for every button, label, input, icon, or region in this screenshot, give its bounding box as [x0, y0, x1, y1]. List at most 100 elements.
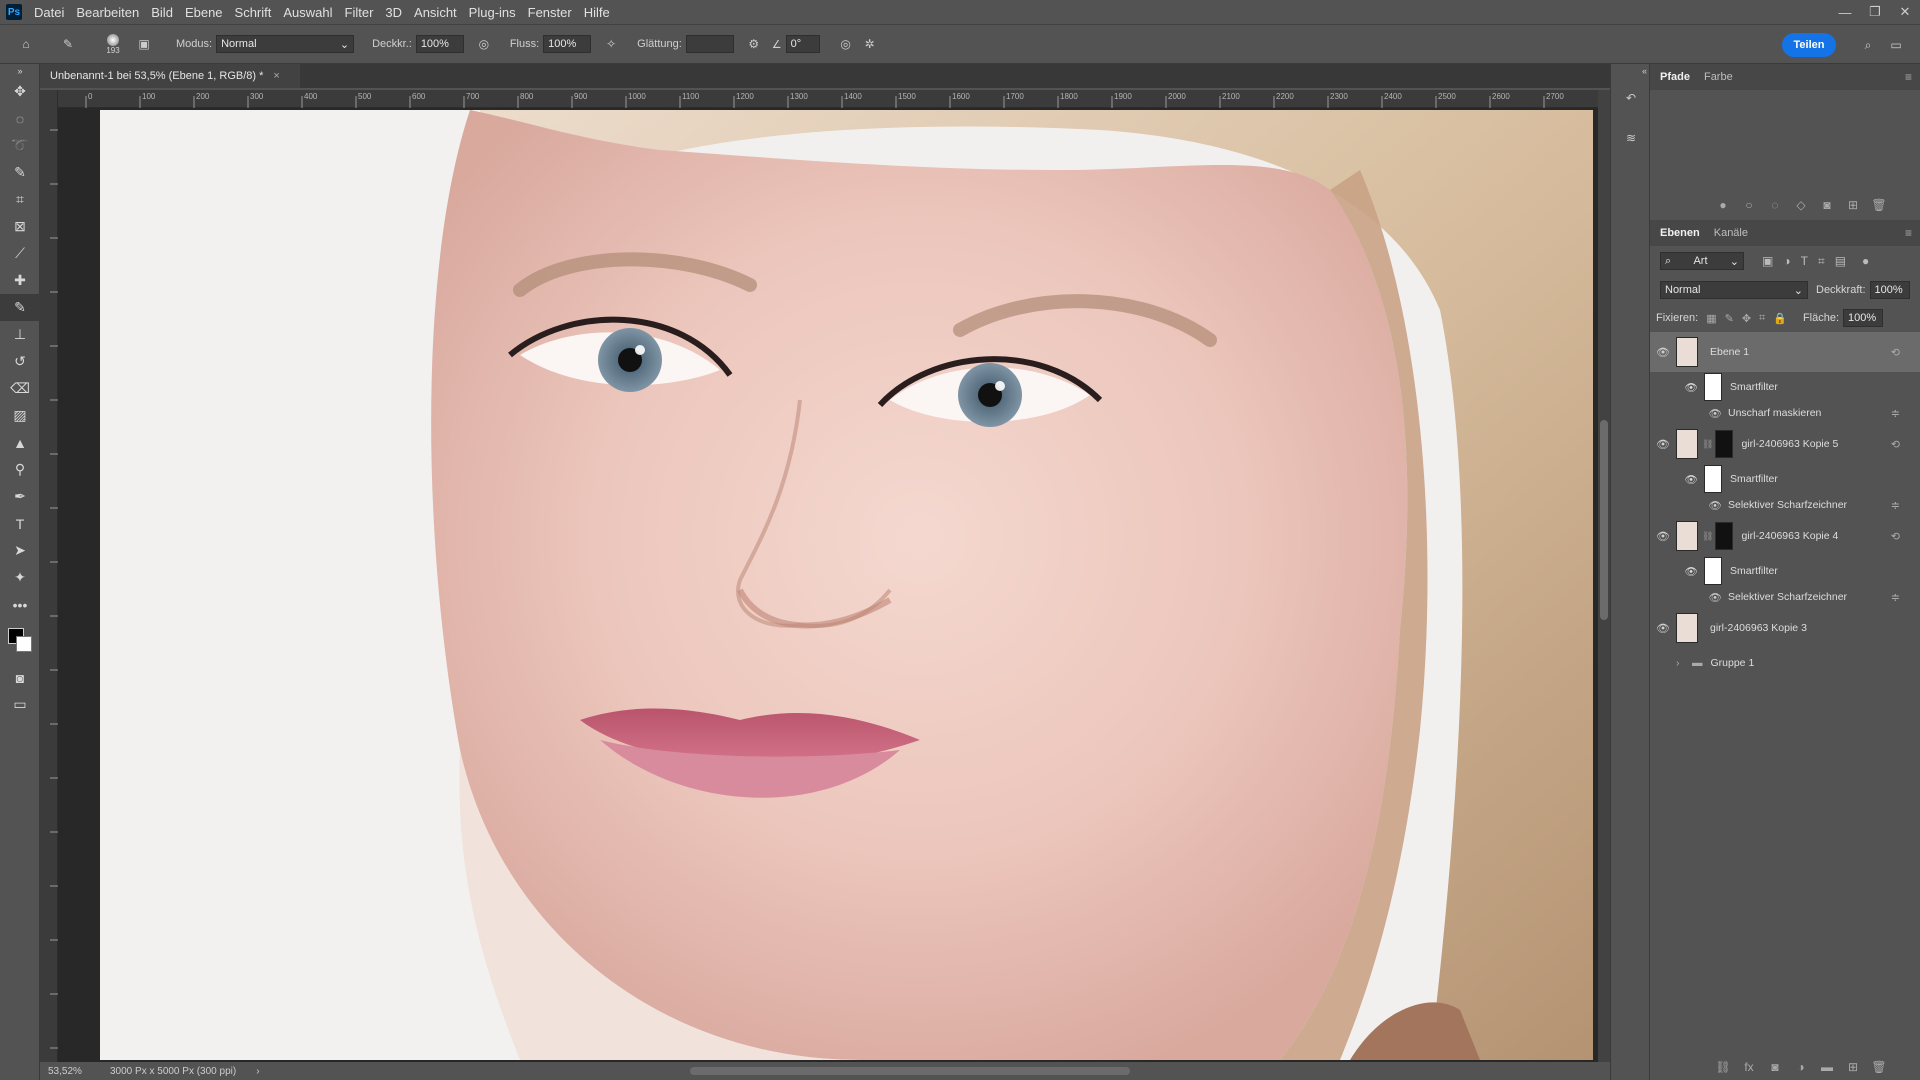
new-layer-icon[interactable]: ⊞ [1840, 1060, 1866, 1074]
pressure-size-icon[interactable]: ◎ [834, 32, 858, 56]
eye-icon[interactable]: 👁 [1650, 473, 1698, 486]
filter-options-icon[interactable]: ≑ [1891, 499, 1900, 512]
chevron-right-icon[interactable]: › [1676, 657, 1692, 669]
status-expand-icon[interactable]: › [256, 1066, 259, 1077]
healing-brush-tool-icon[interactable]: ✚ [0, 267, 40, 294]
frame-tool-icon[interactable]: ⊠ [0, 213, 40, 240]
more-tools-icon[interactable]: ••• [0, 591, 40, 618]
menu-plugins[interactable]: Plug-ins [463, 5, 522, 20]
brush-tool-icon[interactable]: ✎ [0, 294, 40, 321]
clone-stamp-tool-icon[interactable]: ⊥ [0, 321, 40, 348]
layer-opacity-input[interactable]: 100% [1869, 281, 1910, 299]
menu-auswahl[interactable]: Auswahl [277, 5, 338, 20]
filter-row-selective[interactable]: 👁 Selektiver Scharfzeichner ≑ [1650, 586, 1920, 608]
eye-icon[interactable]: 👁 [1650, 381, 1698, 394]
menu-bearbeiten[interactable]: Bearbeiten [70, 5, 145, 20]
lock-transparency-icon[interactable]: ▦ [1706, 312, 1716, 325]
home-icon[interactable]: ⌂ [14, 32, 38, 56]
history-panel-icon[interactable]: ↶ [1611, 78, 1651, 118]
document-tab[interactable]: Unbenannt-1 bei 53,5% (Ebene 1, RGB/8) *… [40, 64, 300, 88]
move-tool-icon[interactable]: ✥ [0, 78, 40, 105]
type-filter-icon[interactable]: T [1801, 254, 1808, 268]
fill-input[interactable]: 100% [1843, 309, 1884, 327]
layer-gruppe-1[interactable]: › ▬ Gruppe 1 [1650, 648, 1920, 678]
new-group-icon[interactable]: ▬ [1814, 1060, 1840, 1074]
tab-ebenen[interactable]: Ebenen [1660, 227, 1700, 239]
make-path-icon[interactable]: ◇ [1788, 198, 1814, 212]
new-path-icon[interactable]: ⊞ [1840, 198, 1866, 212]
eye-icon[interactable]: 👁 [1650, 591, 1722, 604]
fx-icon[interactable]: fx [1736, 1060, 1762, 1074]
smartfilter-row[interactable]: 👁 Smartfilter [1650, 464, 1920, 494]
layer-kopie-5[interactable]: 👁 ⛓ girl-2406963 Kopie 5 ⟲ [1650, 424, 1920, 464]
history-brush-tool-icon[interactable]: ↺ [0, 348, 40, 375]
pressure-opacity-icon[interactable]: ◎ [472, 32, 496, 56]
shape-filter-icon[interactable]: ⌗ [1818, 254, 1825, 269]
eyedropper-tool-icon[interactable]: ⟋ [0, 240, 40, 267]
path-selection-tool-icon[interactable]: ➤ [0, 537, 40, 564]
menu-filter[interactable]: Filter [339, 5, 380, 20]
eye-icon[interactable]: 👁 [1650, 622, 1676, 635]
eye-icon[interactable]: 👁 [1650, 346, 1676, 359]
adjustment-layer-icon[interactable]: ◑ [1788, 1060, 1814, 1074]
restore-icon[interactable]: ❐ [1860, 0, 1890, 24]
menu-3d[interactable]: 3D [379, 5, 408, 20]
menu-hilfe[interactable]: Hilfe [578, 5, 616, 20]
lock-pixels-icon[interactable]: ✎ [1725, 312, 1734, 325]
opacity-input[interactable]: 100% [415, 35, 464, 53]
filter-options-icon[interactable]: ≑ [1891, 591, 1900, 604]
airbrush-icon[interactable]: ✧ [599, 32, 623, 56]
filter-row-unsharp[interactable]: 👁 Unscharf maskieren ≑ [1650, 402, 1920, 424]
dodge-tool-icon[interactable]: ⚲ [0, 456, 40, 483]
tab-kanaele[interactable]: Kanäle [1714, 227, 1748, 239]
eye-icon[interactable]: 👁 [1650, 565, 1698, 578]
menu-ebene[interactable]: Ebene [179, 5, 229, 20]
layers-panel-icon[interactable]: ≋ [1611, 118, 1651, 158]
menu-fenster[interactable]: Fenster [522, 5, 578, 20]
menu-schrift[interactable]: Schrift [229, 5, 278, 20]
eye-icon[interactable]: 👁 [1650, 438, 1676, 451]
crop-tool-icon[interactable]: ⌗ [0, 186, 40, 213]
load-selection-icon[interactable]: ◌ [1762, 198, 1788, 212]
link-layers-icon[interactable]: ⛓ [1710, 1060, 1736, 1074]
portrait-photo[interactable] [100, 110, 1593, 1060]
filter-options-icon[interactable]: ≑ [1891, 407, 1900, 420]
menu-bild[interactable]: Bild [145, 5, 179, 20]
fill-path-icon[interactable]: ● [1710, 198, 1736, 212]
eraser-tool-icon[interactable]: ⌫ [0, 375, 40, 402]
eye-icon[interactable]: 👁 [1650, 407, 1722, 420]
tab-pfade[interactable]: Pfade [1660, 71, 1690, 83]
blur-tool-icon[interactable]: ▲ [0, 429, 40, 456]
delete-layer-icon[interactable]: 🗑 [1866, 1060, 1892, 1074]
color-swatches[interactable] [0, 618, 39, 664]
screen-mode-icon[interactable]: ▭ [0, 691, 40, 718]
add-mask-icon[interactable]: ◙ [1814, 198, 1840, 212]
lock-artboard-icon[interactable]: ⌗ [1759, 312, 1765, 325]
delete-path-icon[interactable]: 🗑 [1866, 198, 1892, 212]
minimize-icon[interactable]: — [1830, 0, 1860, 24]
toolbar-collapse-icon[interactable]: » [0, 64, 40, 78]
angle-input[interactable]: 0° [785, 35, 820, 53]
lasso-tool-icon[interactable]: ➰ [0, 132, 40, 159]
smartfilter-row[interactable]: 👁 Smartfilter [1650, 556, 1920, 586]
share-button[interactable]: Teilen [1782, 33, 1836, 57]
mode-select[interactable]: Normal ⌄ [216, 35, 355, 53]
horizontal-scroll-thumb[interactable] [690, 1067, 1130, 1075]
brush-settings-icon[interactable]: ▣ [132, 32, 156, 56]
canvas-area[interactable] [58, 108, 1598, 1062]
layer-kopie-3[interactable]: 👁 girl-2406963 Kopie 3 [1650, 608, 1920, 648]
brush-tool-icon[interactable]: ✎ [56, 32, 80, 56]
background-color-swatch[interactable] [16, 636, 32, 652]
layer-ebene-1[interactable]: 👁 Ebene 1 ⟲ [1650, 332, 1920, 372]
pen-tool-icon[interactable]: ✒ [0, 483, 40, 510]
symmetry-icon[interactable]: ✲ [858, 32, 882, 56]
brush-preset-picker[interactable]: 193 [100, 33, 126, 55]
layers-menu-icon[interactable]: ≡ [1905, 226, 1912, 240]
shape-tool-icon[interactable]: ✦ [0, 564, 40, 591]
tab-farbe[interactable]: Farbe [1704, 71, 1733, 83]
filter-toggle-icon[interactable]: ● [1862, 254, 1869, 268]
marquee-tool-icon[interactable]: ◌ [0, 105, 40, 132]
vertical-scrollbar[interactable] [1598, 90, 1610, 1062]
gear-icon[interactable]: ⚙ [742, 32, 766, 56]
flow-input[interactable]: 100% [543, 35, 592, 53]
